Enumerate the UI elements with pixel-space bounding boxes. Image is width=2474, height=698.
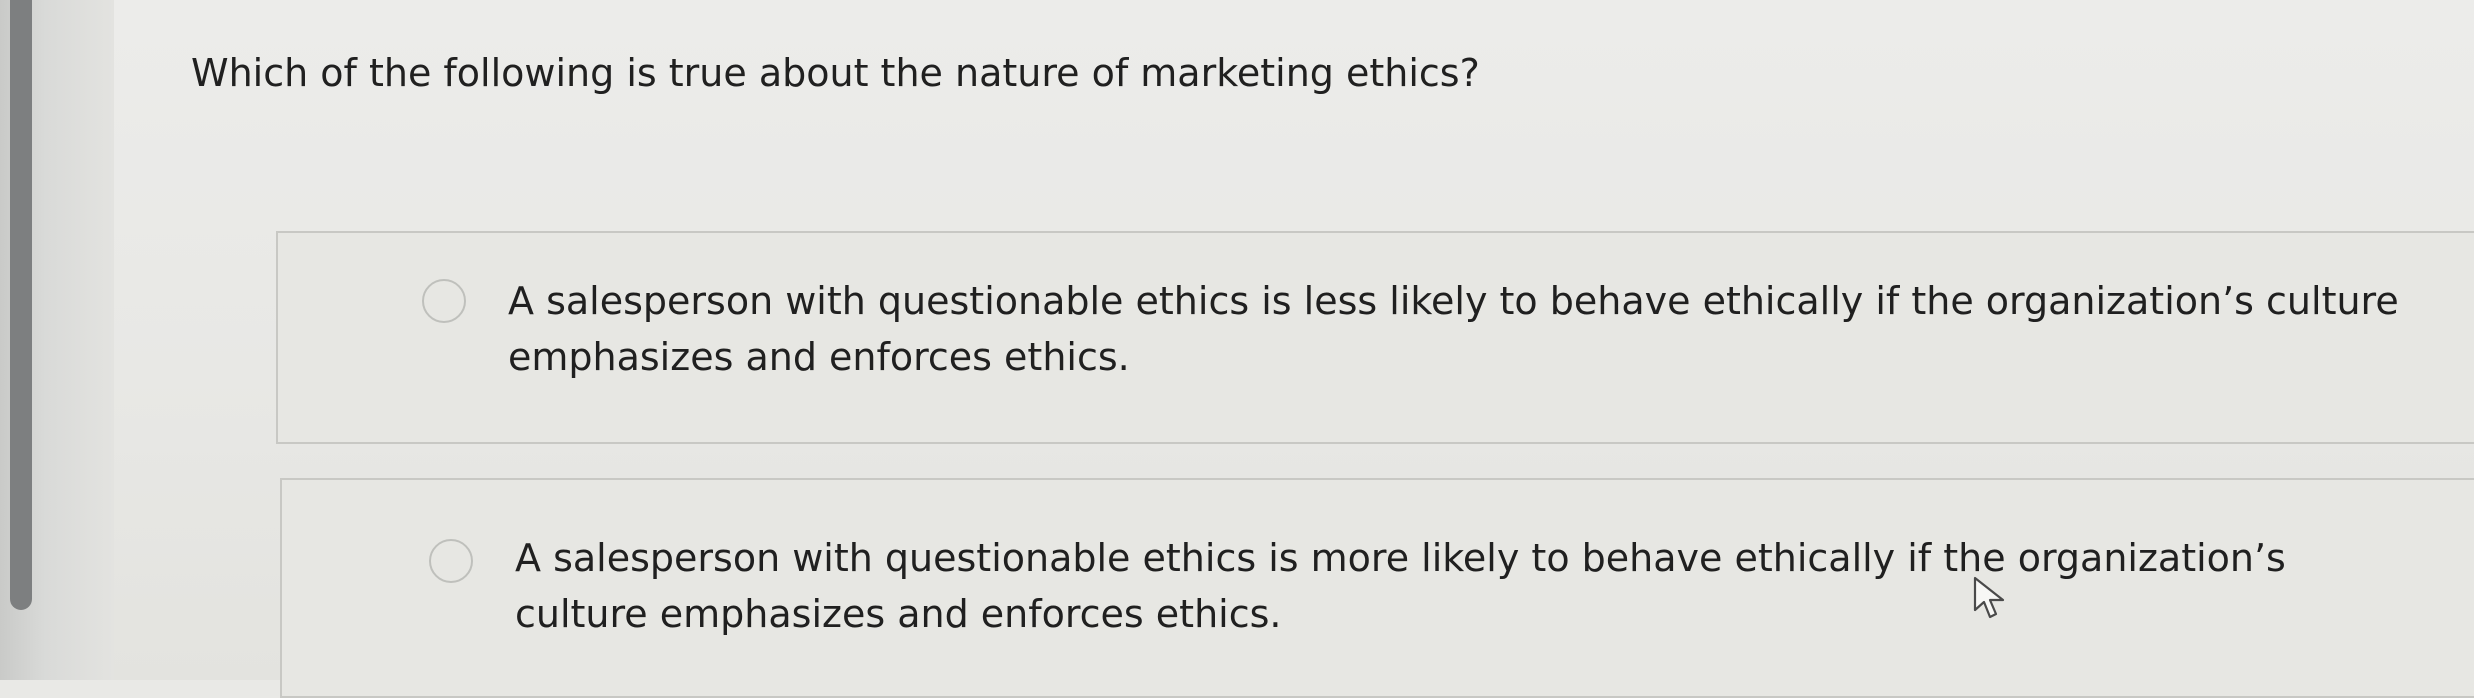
radio-circle-icon[interactable] [429, 539, 473, 583]
answer-option-1-text: A salesperson with questionable ethics i… [508, 279, 2399, 379]
answer-option-2-text: A salesperson with questionable ethics i… [515, 536, 2286, 636]
answer-option-2[interactable]: A salesperson with questionable ethics i… [280, 478, 2474, 698]
answer-option-1[interactable]: A salesperson with questionable ethics i… [276, 231, 2474, 444]
vertical-scrollbar-thumb[interactable] [10, 0, 32, 610]
question-panel: Which of the following is true about the… [114, 0, 2474, 698]
left-scroll-area [0, 0, 114, 680]
radio-circle-icon[interactable] [422, 279, 466, 323]
mouse-pointer-icon [1973, 576, 2005, 619]
question-text: Which of the following is true about the… [191, 51, 1480, 95]
